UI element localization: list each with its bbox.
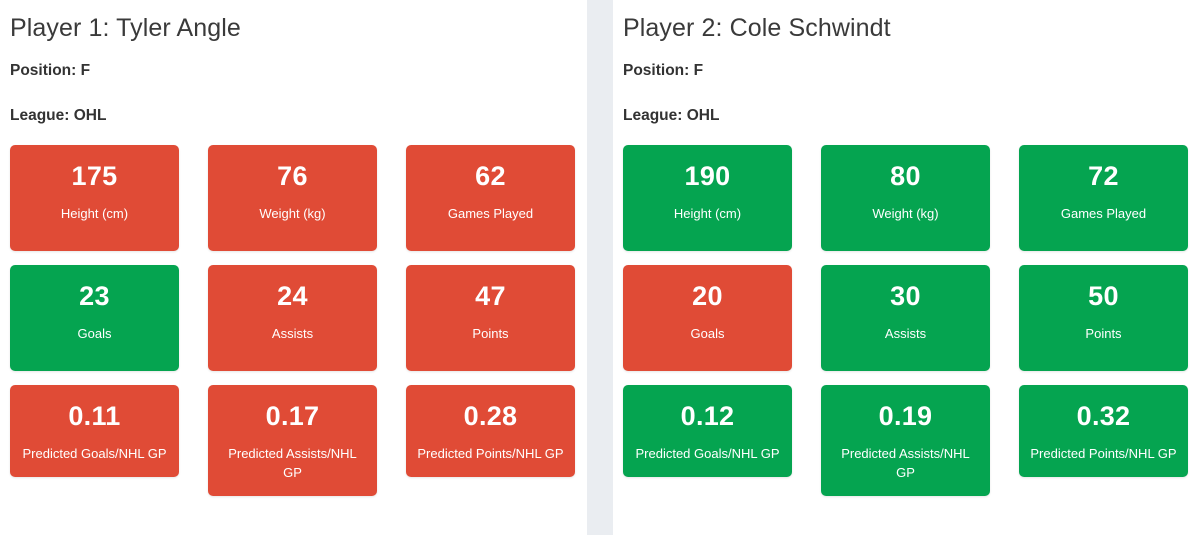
stat-card-value: 0.17: [265, 401, 320, 431]
stat-row: 20 Goals 30 Assists 50 Points: [623, 265, 1191, 371]
player-1-stat-grid: 175 Height (cm) 76 Weight (kg) 62 Games …: [10, 125, 578, 496]
stat-card-value: 72: [1088, 161, 1119, 191]
stat-card-predicted-goals-per-nhl-gp: 0.12 Predicted Goals/NHL GP: [623, 385, 792, 477]
stat-card-label: Points: [1085, 326, 1122, 341]
stat-card-label: Predicted Points/NHL GP: [417, 446, 564, 461]
stat-card-value: 80: [890, 161, 921, 191]
stat-card-value: 24: [277, 281, 308, 311]
stat-card-value: 190: [684, 161, 731, 191]
stat-row: 0.12 Predicted Goals/NHL GP 0.19 Predict…: [623, 385, 1191, 496]
player-2-position: Position: F: [623, 62, 704, 79]
stat-card-label: Predicted Assists/NHL GP: [841, 446, 970, 480]
stat-card-value: 175: [71, 161, 118, 191]
stat-card-predicted-goals-per-nhl-gp: 0.11 Predicted Goals/NHL GP: [10, 385, 179, 477]
stat-card-value: 20: [692, 281, 723, 311]
stat-card-goals: 20 Goals: [623, 265, 792, 371]
stat-row: 190 Height (cm) 80 Weight (kg) 72 Games …: [623, 145, 1191, 251]
player-2-panel: Player 2: Cole Schwindt Position: F Leag…: [613, 0, 1200, 535]
player-1-panel: Player 1: Tyler Angle Position: F League…: [0, 0, 587, 535]
stat-card-value: 47: [475, 281, 506, 311]
stat-card-label: Predicted Assists/NHL GP: [228, 446, 357, 480]
stat-card-games-played: 72 Games Played: [1019, 145, 1188, 251]
stat-card-predicted-points-per-nhl-gp: 0.32 Predicted Points/NHL GP: [1019, 385, 1188, 477]
stat-card-label: Goals: [690, 326, 725, 341]
panel-divider: [587, 0, 613, 535]
stat-card-value: 30: [890, 281, 921, 311]
player-2-title: Player 2: Cole Schwindt: [623, 14, 891, 42]
stat-card-value: 76: [277, 161, 308, 191]
stat-card-label: Height (cm): [60, 206, 129, 221]
stat-card-label: Assists: [884, 326, 927, 341]
stat-card-label: Weight (kg): [872, 206, 939, 221]
stat-card-label: Predicted Points/NHL GP: [1030, 446, 1177, 461]
stat-row: 23 Goals 24 Assists 47 Points: [10, 265, 578, 371]
stat-card-height: 190 Height (cm): [623, 145, 792, 251]
stat-card-value: 0.19: [878, 401, 933, 431]
stat-card-predicted-assists-per-nhl-gp: 0.19 Predicted Assists/NHL GP: [821, 385, 990, 496]
stat-card-weight: 80 Weight (kg): [821, 145, 990, 251]
stat-card-value: 50: [1088, 281, 1119, 311]
stat-card-value: 0.32: [1076, 401, 1131, 431]
player-comparison-view: Player 1: Tyler Angle Position: F League…: [0, 0, 1200, 535]
stat-row: 0.11 Predicted Goals/NHL GP 0.17 Predict…: [10, 385, 578, 496]
stat-card-label: Predicted Goals/NHL GP: [22, 446, 167, 461]
stat-card-label: Games Played: [1060, 206, 1147, 221]
player-1-title: Player 1: Tyler Angle: [10, 14, 241, 42]
player-1-position: Position: F: [10, 62, 91, 79]
stat-card-height: 175 Height (cm): [10, 145, 179, 251]
stat-card-predicted-assists-per-nhl-gp: 0.17 Predicted Assists/NHL GP: [208, 385, 377, 496]
stat-card-predicted-points-per-nhl-gp: 0.28 Predicted Points/NHL GP: [406, 385, 575, 477]
stat-card-goals: 23 Goals: [10, 265, 179, 371]
stat-card-label: Games Played: [447, 206, 534, 221]
stat-card-label: Height (cm): [673, 206, 742, 221]
stat-card-points: 50 Points: [1019, 265, 1188, 371]
stat-card-points: 47 Points: [406, 265, 575, 371]
stat-card-value: 0.11: [68, 401, 121, 431]
stat-card-label: Points: [472, 326, 509, 341]
stat-card-assists: 24 Assists: [208, 265, 377, 371]
player-2-stat-grid: 190 Height (cm) 80 Weight (kg) 72 Games …: [623, 125, 1191, 496]
stat-card-assists: 30 Assists: [821, 265, 990, 371]
stat-card-value: 62: [475, 161, 506, 191]
stat-card-label: Weight (kg): [259, 206, 326, 221]
stat-card-weight: 76 Weight (kg): [208, 145, 377, 251]
player-2-league: League: OHL: [623, 107, 720, 124]
stat-card-value: 0.28: [463, 401, 518, 431]
stat-card-label: Goals: [77, 326, 112, 341]
player-1-league: League: OHL: [10, 107, 107, 124]
stat-card-label: Predicted Goals/NHL GP: [635, 446, 780, 461]
stat-card-games-played: 62 Games Played: [406, 145, 575, 251]
stat-card-value: 23: [79, 281, 110, 311]
stat-card-label: Assists: [271, 326, 314, 341]
stat-row: 175 Height (cm) 76 Weight (kg) 62 Games …: [10, 145, 578, 251]
stat-card-value: 0.12: [680, 401, 735, 431]
